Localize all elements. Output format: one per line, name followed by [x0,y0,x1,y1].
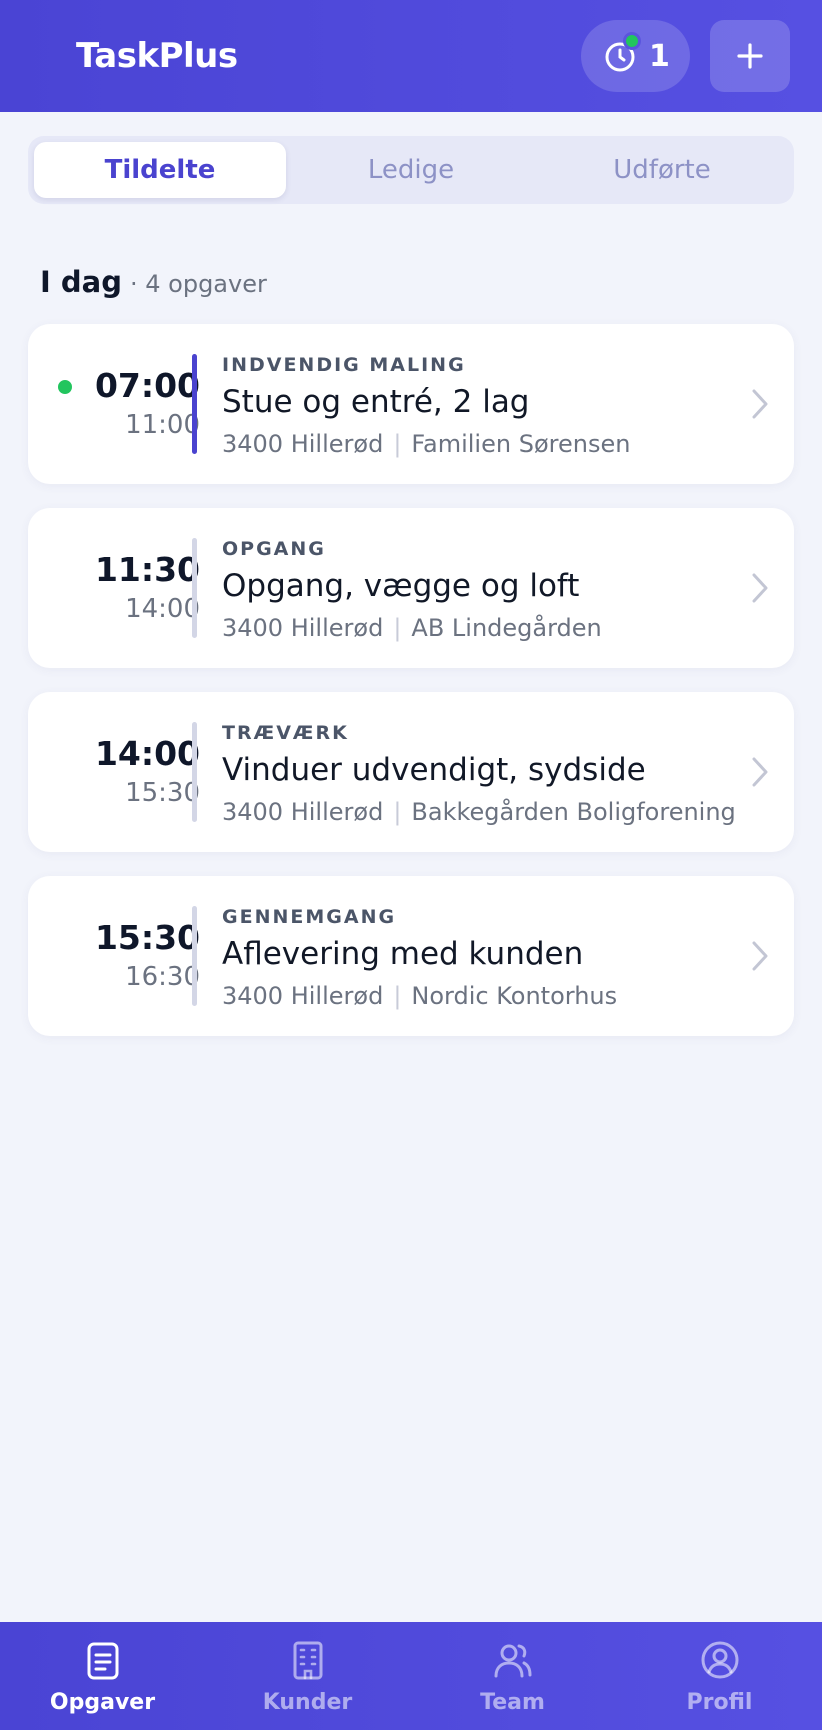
task-category: OPGANG [222,538,326,560]
task-client: AB Lindegården [411,614,602,642]
task-category: TRÆVÆRK [222,722,349,744]
meta-separator: | [393,982,402,1010]
plus-icon [737,43,763,69]
task-location: 3400 Hillerød [222,430,384,458]
task-start-time: 14:00 [94,734,200,773]
task-accent-bar [192,354,197,454]
nav-item-team[interactable]: Team [410,1622,615,1730]
meta-separator: | [393,614,402,642]
bottom-navigation: Opgaver Kunder Team Profil [0,1622,822,1730]
task-client: Nordic Kontorhus [411,982,618,1010]
active-timer-button[interactable]: 1 [581,20,690,92]
task-location: 3400 Hillerød [222,614,384,642]
task-card[interactable]: 15:30 16:30 GENNEMGANG Aflevering med ku… [28,876,794,1036]
nav-label: Profil [686,1690,753,1715]
task-location: 3400 Hillerød [222,798,384,826]
task-end-time: 11:00 [125,410,200,440]
nav-label: Kunder [262,1690,353,1715]
timer-running-indicator [623,32,641,50]
task-end-time: 15:30 [125,778,200,808]
tab-tildelte[interactable]: Tildelte [34,142,286,198]
add-task-button[interactable] [710,20,790,92]
task-meta: 3400 Hillerød | Bakkegården Boligforening [222,798,736,826]
task-client: Familien Sørensen [411,430,631,458]
nav-label: Team [480,1690,545,1715]
meta-separator: | [393,798,402,826]
section-task-count: · 4 opgaver [130,270,267,298]
nav-item-kunder[interactable]: Kunder [205,1622,410,1730]
timer-count: 1 [649,39,670,74]
building-icon [293,1641,323,1680]
app-title: TaskPlus [76,36,238,76]
task-meta: 3400 Hillerød | AB Lindegården [222,614,602,642]
task-start-time: 11:30 [94,550,200,589]
task-start-time: 07:00 [94,366,200,405]
user-circle-icon [701,1641,739,1679]
task-title: Vinduer udvendigt, sydside [222,752,646,788]
meta-separator: | [393,430,402,458]
task-card[interactable]: 07:00 11:00 INDVENDIG MALING Stue og ent… [28,324,794,484]
task-end-time: 14:00 [125,594,200,624]
task-card[interactable]: 14:00 15:30 TRÆVÆRK Vinduer udvendigt, s… [28,692,794,852]
users-icon [494,1644,532,1678]
tab-udforte[interactable]: Udførte [536,142,788,198]
chevron-right-icon [752,757,768,787]
nav-label: Opgaver [49,1690,156,1715]
task-card[interactable]: 11:30 14:00 OPGANG Opgang, vægge og loft… [28,508,794,668]
task-meta: 3400 Hillerød | Nordic Kontorhus [222,982,617,1010]
task-accent-bar [192,906,197,1006]
task-title: Aflevering med kunden [222,936,584,972]
section-title: I dag [40,265,122,299]
clipboard-icon [87,1642,119,1680]
task-title: Opgang, vægge og loft [222,568,580,604]
chevron-right-icon [752,941,768,971]
task-meta: 3400 Hillerød | Familien Sørensen [222,430,630,458]
task-accent-bar [192,538,197,638]
task-client: Bakkegården Boligforening [411,798,736,826]
task-category: GENNEMGANG [222,906,397,928]
task-filter-tabs: Tildelte Ledige Udførte [28,136,794,204]
task-end-time: 16:30 [125,962,200,992]
chevron-right-icon [752,389,768,419]
in-progress-dot [58,380,72,394]
task-location: 3400 Hillerød [222,982,384,1010]
task-start-time: 15:30 [94,918,200,957]
task-title: Stue og entré, 2 lag [222,384,530,420]
chevron-right-icon [752,573,768,603]
task-category: INDVENDIG MALING [222,354,466,376]
tab-ledige[interactable]: Ledige [285,142,537,198]
task-accent-bar [192,722,197,822]
nav-item-profil[interactable]: Profil [617,1622,822,1730]
nav-item-opgaver[interactable]: Opgaver [0,1622,205,1730]
app-header: TaskPlus 1 [0,0,822,112]
